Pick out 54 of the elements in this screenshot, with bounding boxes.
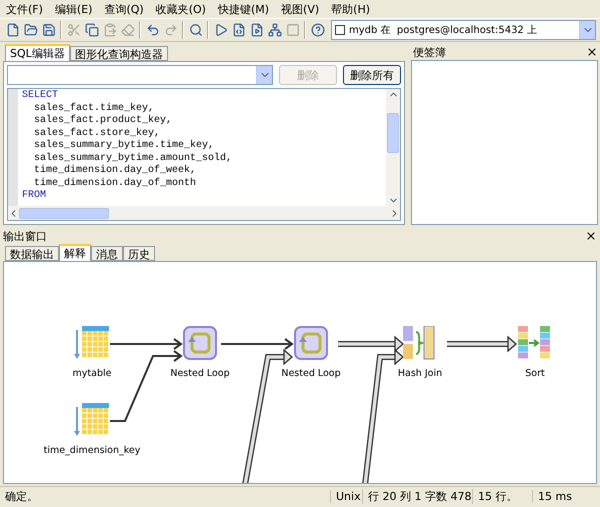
code-line: time_dimension.day_of_week, <box>33 165 198 178</box>
status-text: 15 ms <box>532 490 600 503</box>
checkbox[interactable] <box>335 25 345 35</box>
network-icon[interactable] <box>266 20 283 40</box>
output-tab[interactable]: 消息 <box>91 246 123 261</box>
loop-icon <box>294 326 328 360</box>
plan-node-label: Nested Loop <box>170 368 230 379</box>
table-icon <box>74 326 110 360</box>
output-tab[interactable]: 数据输出 <box>5 246 59 261</box>
delete-button[interactable]: 删除所有 <box>343 65 401 85</box>
query-history-dropdown[interactable] <box>7 65 273 85</box>
output-tab[interactable]: 历史 <box>123 246 155 261</box>
menu-item[interactable]: 帮助(H) <box>331 2 370 16</box>
menu-item[interactable]: 查询(Q) <box>104 2 144 16</box>
sql-editor[interactable]: SELECT sales_fact.time_key, sales_fact.product_key, sales_fact.store_key, sales_summary_bytime.time_key, sales_summary_bytime.amount_sold, time_dimension.day_of_week, time_dimension.day_of_month FROM <box>7 88 401 221</box>
close-icon[interactable] <box>586 46 598 58</box>
status-text: 行 20 列 1 字数 478 <box>362 489 472 504</box>
menu-item[interactable]: 收藏夹(O) <box>156 2 206 16</box>
menu-item[interactable]: 文件(F) <box>6 2 43 16</box>
loop-icon <box>183 326 217 360</box>
plan-node-label: Hash Join <box>398 368 442 379</box>
horizontal-scrollbar[interactable] <box>8 206 400 220</box>
hash-join-icon <box>403 326 437 360</box>
plan-node-label: Nested Loop <box>281 368 341 379</box>
code-line: sales_fact.time_key, <box>33 102 156 114</box>
plan-node-label: time_dimension_key <box>44 445 140 456</box>
status-text: 确定。 <box>4 489 39 504</box>
table-icon <box>74 403 110 437</box>
menu-item[interactable]: 编辑(E) <box>54 2 92 16</box>
plan-node-label: Sort <box>525 368 545 379</box>
code-line: sales_fact.product_key, <box>33 115 174 128</box>
thick-arrow <box>447 336 517 352</box>
status-text: 15 行。 <box>472 489 532 504</box>
editor-tab[interactable]: 图形化查询构造器 <box>70 46 168 61</box>
status-text: Unix <box>330 490 362 503</box>
output-tab[interactable]: 解释 <box>59 244 91 261</box>
sort-icon <box>518 326 552 360</box>
vertical-scrollbar[interactable] <box>386 89 400 206</box>
help-icon[interactable] <box>309 20 326 40</box>
plan-node-label: mytable <box>72 368 112 379</box>
copy-icon[interactable] <box>83 20 100 40</box>
code-line: SELECT <box>22 90 60 102</box>
code-line: sales_fact.store_key, <box>33 128 162 140</box>
code-line: sales_summary_bytime.amount_sold, <box>33 152 234 164</box>
editor-tab[interactable]: SQL编辑器 <box>5 44 70 61</box>
panel-title: 输出窗口 <box>3 228 47 244</box>
code-line: time_dimension.day_of_month <box>33 178 198 190</box>
close-icon[interactable] <box>585 230 597 242</box>
menu-item[interactable]: 快捷键(M) <box>218 2 270 16</box>
menu-item[interactable]: 视图(V) <box>281 2 320 16</box>
panel-title: 便签簿 <box>413 44 446 60</box>
connection-dropdown[interactable]: mydb 在 postgres@localhost:5432 上 <box>331 20 596 40</box>
code-line: FROM <box>22 190 48 202</box>
code-line: sales_summary_bytime.time_key, <box>33 140 216 152</box>
